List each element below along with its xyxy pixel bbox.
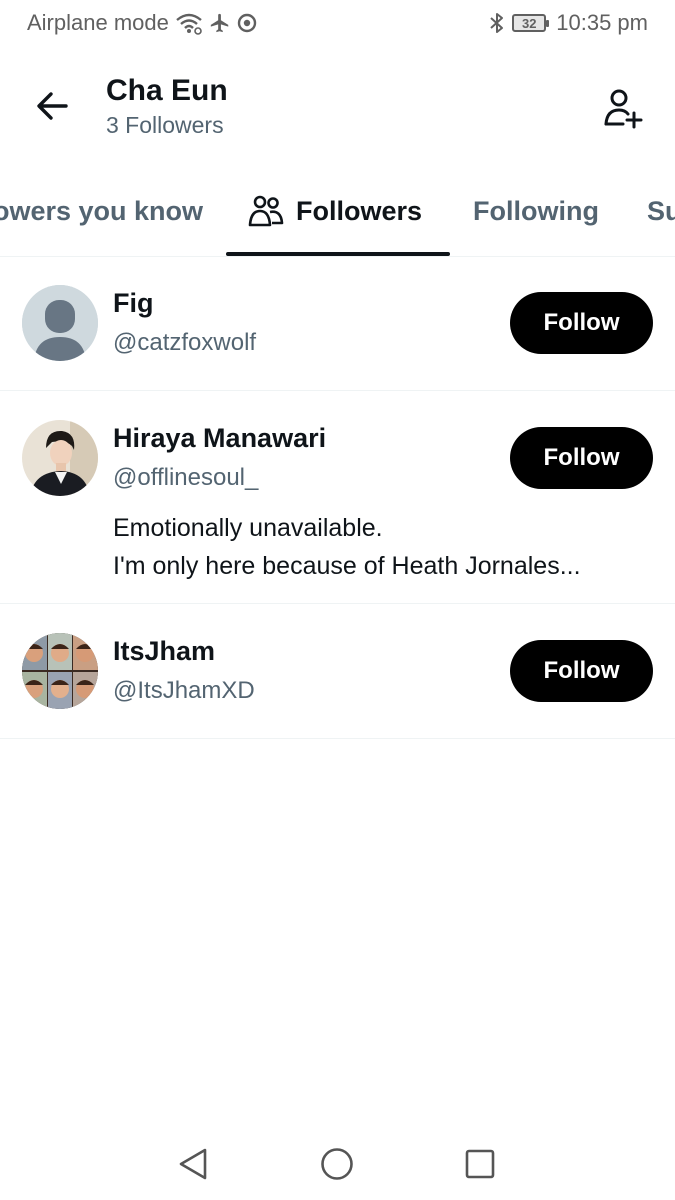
chrome-icon <box>237 11 257 35</box>
tab-following[interactable]: Following <box>473 166 599 256</box>
user-name: Fig <box>113 288 154 318</box>
list-item[interactable]: ItsJham @ItsJhamXD Follow <box>0 604 675 739</box>
list-item[interactable]: Fig @catzfoxwolf Follow <box>0 256 675 391</box>
tab-label: Followers <box>296 195 423 226</box>
header: Cha Eun 3 Followers <box>0 60 675 160</box>
clock: 10:35 pm <box>556 10 648 35</box>
tab-followers-you-know[interactable]: owers you know <box>0 166 203 256</box>
airplane-icon <box>209 11 231 35</box>
user-handle: @offlinesoul_ <box>113 464 259 491</box>
follow-button[interactable]: Follow <box>510 292 653 354</box>
user-handle: @catzfoxwolf <box>113 329 257 356</box>
bio-line: I'm only here because of Heath Jornales.… <box>113 552 581 580</box>
followers-count: 3 Followers <box>106 112 224 138</box>
battery-icon: 32 <box>512 14 550 32</box>
follow-button[interactable]: Follow <box>510 640 653 702</box>
recents-square-icon <box>465 1149 495 1179</box>
status-left: Airplane mode <box>27 10 257 36</box>
tab-label: owers you know <box>0 195 204 226</box>
avatar[interactable] <box>22 633 98 709</box>
tab-followers[interactable]: Followers <box>248 166 422 256</box>
user-name: Hiraya Manawari <box>113 423 327 453</box>
nav-recents-button[interactable] <box>460 1144 500 1184</box>
photo-avatar-icon <box>22 420 98 496</box>
list-item[interactable]: Hiraya Manawari @offlinesoul_ Follow Emo… <box>0 391 675 604</box>
status-bar: Airplane mode 32 10:35 pm <box>0 0 675 46</box>
back-button[interactable] <box>28 82 76 130</box>
back-triangle-icon <box>179 1148 207 1180</box>
wifi-icon <box>175 11 203 35</box>
user-handle: @ItsJhamXD <box>113 677 255 704</box>
bio-line: Emotionally unavailable. <box>113 514 383 542</box>
avatar[interactable] <box>22 420 98 496</box>
default-avatar-icon <box>22 285 98 361</box>
tab-subscriptions[interactable]: Su <box>647 166 675 256</box>
tab-bar: owers you know Followers Following Su <box>0 166 675 257</box>
user-bio: Emotionally unavailable. I'm only here b… <box>113 509 647 585</box>
home-circle-icon <box>321 1148 353 1180</box>
people-icon <box>248 195 284 227</box>
tab-label: Following <box>473 195 599 226</box>
status-right: 32 10:35 pm <box>488 10 648 36</box>
nav-home-button[interactable] <box>317 1144 357 1184</box>
follow-button[interactable]: Follow <box>510 427 653 489</box>
page-title: Cha Eun <box>106 74 228 107</box>
bluetooth-icon <box>488 11 506 35</box>
collage-avatar-icon <box>22 633 98 709</box>
avatar[interactable] <box>22 285 98 361</box>
add-user-button[interactable] <box>597 82 649 134</box>
airplane-mode-label: Airplane mode <box>27 10 169 35</box>
arrow-left-icon <box>37 92 68 120</box>
nav-back-button[interactable] <box>173 1144 213 1184</box>
followers-list: Fig @catzfoxwolf Follow Hiraya Manawari … <box>0 256 675 739</box>
add-user-icon <box>604 89 643 129</box>
tab-label: Su <box>647 195 675 226</box>
system-nav-bar <box>0 1128 675 1200</box>
user-name: ItsJham <box>113 636 216 666</box>
